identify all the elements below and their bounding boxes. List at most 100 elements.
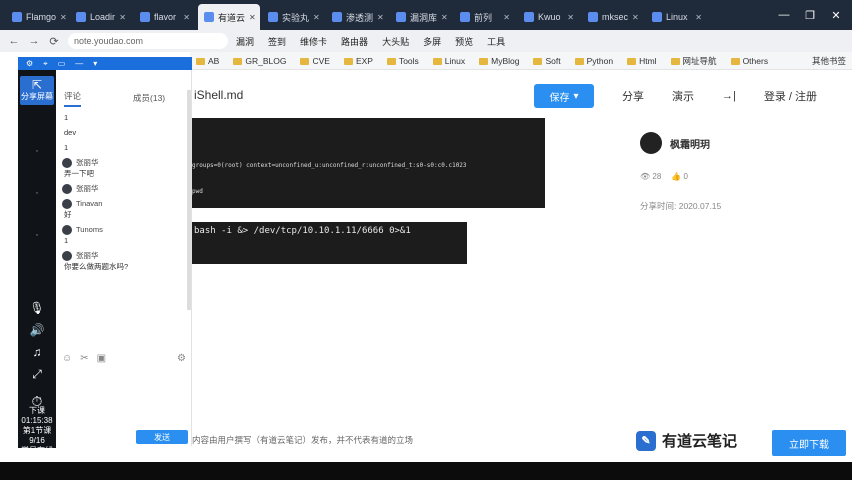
eye-icon: 👁 xyxy=(640,172,651,181)
author-name: 张丽华 xyxy=(76,251,99,260)
chat-tabs: 评论 成员(13) xyxy=(56,86,191,110)
bookmark-item[interactable]: Python xyxy=(574,56,613,66)
save-button[interactable]: 保存 ▾ xyxy=(534,84,594,108)
window-controls: — ❐ ✕ xyxy=(772,0,852,30)
author-name: Tinavan xyxy=(76,199,103,208)
browser-tab[interactable]: mksec ✕ xyxy=(582,4,644,30)
bookmarks-other[interactable]: 其他书签 xyxy=(812,55,852,67)
login-link[interactable]: 登录 / 注册 xyxy=(764,88,817,104)
share-screen-button[interactable]: ⇱ 分享屏幕 xyxy=(20,76,54,105)
close-tab-icon[interactable]: ✕ xyxy=(441,13,448,22)
back-icon[interactable]: ← xyxy=(8,35,20,47)
present-button[interactable]: 演示 xyxy=(672,88,694,104)
tab-label: Linux xyxy=(666,12,688,22)
arrow-down-icon[interactable]: ▾ xyxy=(93,59,97,68)
bookmark-item[interactable]: CVE xyxy=(300,56,330,66)
bookmark-item[interactable]: Html xyxy=(627,56,657,66)
tab-label: flavor xyxy=(154,12,177,22)
browser-tab[interactable]: flavor ✕ xyxy=(134,4,196,30)
expand-icon[interactable]: ⤢ xyxy=(32,367,42,382)
toolbar-link[interactable]: 路由器 xyxy=(341,35,368,48)
bookmark-item[interactable]: MyBlog xyxy=(479,56,519,66)
chat-scrollbar[interactable] xyxy=(187,90,191,310)
class-timer[interactable]: ⏱ 下课 01:15:38 第1节课 9/16 学员在线 xyxy=(21,394,53,456)
bookmark-item[interactable]: 网址导航 xyxy=(670,55,717,67)
author[interactable]: 枫霜明玥 xyxy=(640,132,710,154)
close-tab-icon[interactable]: ✕ xyxy=(183,13,190,22)
camera-icon[interactable]: ▭ xyxy=(58,59,66,68)
dot-icon: · xyxy=(35,187,39,199)
bookmark-item[interactable]: Soft xyxy=(533,56,561,66)
tab-label: Kwuo xyxy=(538,12,561,22)
close-tab-icon[interactable]: ✕ xyxy=(567,13,574,22)
bookmark-item[interactable]: GR_BLOG xyxy=(233,56,286,66)
close-tab-icon[interactable]: ✕ xyxy=(377,13,384,22)
bookmarks-bar: AB GR_BLOG CVE EXP Tools Linux MyBlog Soft Pytho… xyxy=(190,52,852,70)
reload-icon[interactable]: ⟳ xyxy=(48,35,60,48)
pin-icon[interactable]: ⌖ xyxy=(43,59,48,69)
forward-icon[interactable]: → xyxy=(28,35,40,47)
toolbar-link[interactable]: 多屏 xyxy=(423,35,441,48)
close-tab-icon[interactable]: ✕ xyxy=(503,13,510,22)
taskbar xyxy=(0,462,852,480)
send-button[interactable]: 发送 xyxy=(136,430,188,444)
folder-icon xyxy=(386,57,396,65)
close-tab-icon[interactable]: ✕ xyxy=(249,13,256,22)
settings-icon[interactable]: ⚙ xyxy=(26,59,33,68)
scissors-icon[interactable]: ✂ xyxy=(80,353,88,364)
message-author: 张丽华 xyxy=(62,157,185,168)
browser-tab[interactable]: Flamgo ✕ xyxy=(6,4,68,30)
bookmark-item[interactable]: AB xyxy=(196,56,219,66)
download-button[interactable]: 立即下载 xyxy=(772,430,846,456)
url-input[interactable]: note.youdao.com xyxy=(68,33,228,49)
bookmark-item[interactable]: Tools xyxy=(386,56,419,66)
list-item: dev xyxy=(56,125,191,140)
gear-icon[interactable]: ⚙ xyxy=(177,353,186,364)
speaker-icon[interactable]: 🔊 xyxy=(30,323,45,337)
browser-tab[interactable]: 前列 ✕ xyxy=(454,4,516,30)
browser-tab[interactable]: 有道云 ✕ xyxy=(198,4,260,30)
share-icon: ⇱ xyxy=(31,78,43,92)
browser-tab[interactable]: Kwuo ✕ xyxy=(518,4,580,30)
close-tab-icon[interactable]: ✕ xyxy=(632,13,639,22)
toolbar-link[interactable]: 大头贴 xyxy=(382,35,409,48)
browser-tab[interactable]: 渗透测 ✕ xyxy=(326,4,388,30)
bookmark-item[interactable]: Others xyxy=(730,56,768,66)
emoji-icon[interactable]: ☺ xyxy=(62,353,72,364)
browser-tab[interactable]: 漏洞库 ✕ xyxy=(390,4,452,30)
terminal-screenshot: groups=0(root) context=unconfined_u:unco… xyxy=(192,118,545,208)
favicon-icon xyxy=(588,12,598,22)
minimize-icon[interactable]: — xyxy=(772,9,796,21)
message-text: 好 xyxy=(64,210,72,219)
toolbar-link[interactable]: 维修卡 xyxy=(300,35,327,48)
toolbar-link[interactable]: 漏洞 xyxy=(236,35,254,48)
close-tab-icon[interactable]: ✕ xyxy=(119,13,126,22)
close-tab-icon[interactable]: ✕ xyxy=(695,13,702,22)
maximize-icon[interactable]: ❐ xyxy=(798,9,822,22)
folder-icon xyxy=(533,57,543,65)
bookmark-item[interactable]: Linux xyxy=(432,56,465,66)
share-button[interactable]: 分享 xyxy=(622,88,644,104)
bookmark-item[interactable]: EXP xyxy=(343,56,373,66)
bookmark-label: MyBlog xyxy=(491,55,520,66)
music-icon[interactable]: ♫ xyxy=(33,345,42,359)
image-icon[interactable]: ▣ xyxy=(97,353,106,364)
minimize-chat-icon[interactable]: — xyxy=(75,59,83,68)
tab-members[interactable]: 成员(13) xyxy=(133,92,165,104)
toolbar-link[interactable]: 签到 xyxy=(268,35,286,48)
export-icon[interactable]: →| xyxy=(722,90,736,102)
favicon-icon xyxy=(140,12,150,22)
tab-label: 有道云 xyxy=(218,12,246,23)
close-tab-icon[interactable]: ✕ xyxy=(313,13,320,22)
browser-tab[interactable]: Loadir ✕ xyxy=(70,4,132,30)
chat-titlebar[interactable]: ⚙ ⌖ ▭ — ▾ xyxy=(18,57,192,70)
close-icon[interactable]: ✕ xyxy=(824,9,848,22)
microphone-icon[interactable]: 🎙 xyxy=(29,301,44,315)
close-tab-icon[interactable]: ✕ xyxy=(60,13,67,22)
toolbar-link[interactable]: 工具 xyxy=(487,35,505,48)
browser-tab[interactable]: Linux ✕ xyxy=(646,4,708,30)
browser-tab[interactable]: 实验丸 ✕ xyxy=(262,4,324,30)
tab-comments[interactable]: 评论 xyxy=(64,90,82,107)
avatar xyxy=(62,198,72,209)
toolbar-link[interactable]: 预览 xyxy=(455,35,473,48)
